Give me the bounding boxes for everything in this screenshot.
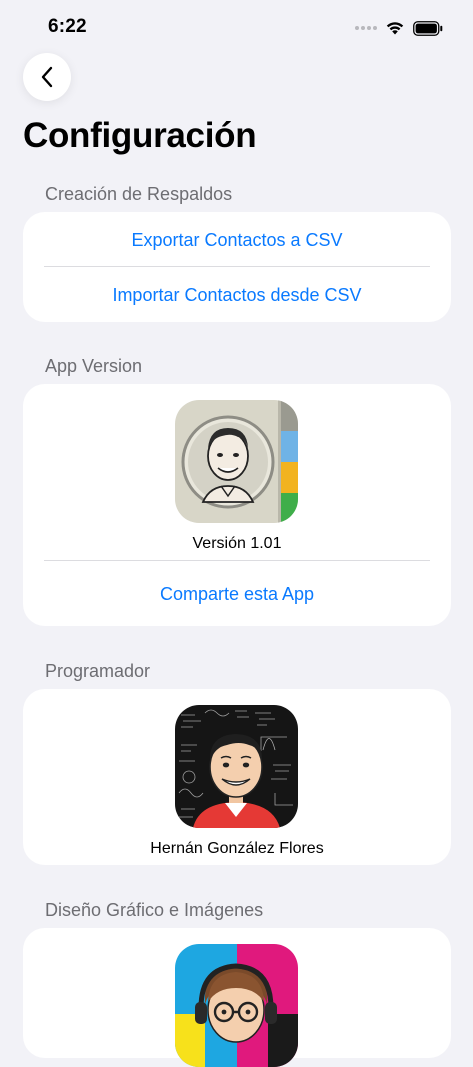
import-contacts-button[interactable]: Importar Contactos desde CSV: [23, 285, 451, 306]
design-card: [23, 928, 451, 1067]
programmer-avatar: [175, 705, 298, 828]
section-header-backup: Creación de Respaldos: [45, 184, 233, 204]
battery-icon: [413, 20, 443, 36]
cellular-signal-icon: [355, 26, 377, 30]
section-header-version: App Version: [45, 356, 143, 376]
designer-avatar: [175, 944, 298, 1067]
status-icons: [355, 18, 443, 38]
status-time: 6:22: [48, 16, 87, 37]
backup-card: Exportar Contactos a CSV Importar Contac…: [23, 212, 451, 322]
page-title: Configuración: [23, 116, 257, 155]
programmer-portrait-icon: [175, 705, 298, 828]
export-contacts-button[interactable]: Exportar Contactos a CSV: [23, 230, 451, 251]
programmer-card: Hernán González Flores: [23, 689, 451, 865]
section-header-design: Diseño Gráfico e Imágenes: [45, 900, 264, 920]
contacts-book-app-icon: [175, 400, 298, 523]
version-label: Versión 1.01: [192, 535, 282, 552]
section-header-programmer: Programador: [45, 661, 151, 681]
chevron-left-icon: [41, 66, 53, 88]
divider: [44, 560, 430, 561]
status-bar: 6:22: [0, 0, 473, 54]
divider: [44, 266, 430, 267]
version-card: Versión 1.01 Comparte esta App: [23, 384, 451, 626]
designer-portrait-icon: [175, 944, 298, 1067]
back-button[interactable]: [23, 53, 71, 101]
share-app-button[interactable]: Comparte esta App: [23, 584, 451, 605]
app-icon: [175, 400, 298, 523]
programmer-name: Hernán González Flores: [150, 840, 324, 857]
wifi-icon: [386, 22, 404, 35]
